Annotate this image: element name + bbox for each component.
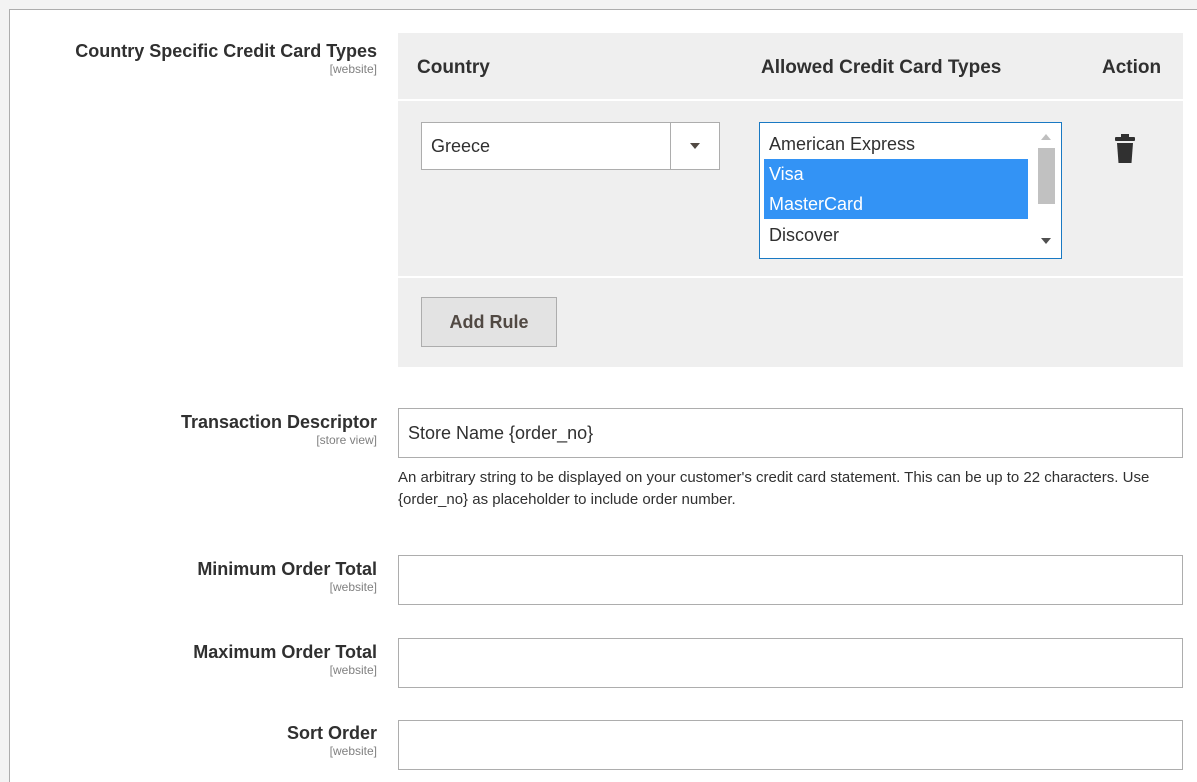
scroll-up-arrow-icon[interactable] (1041, 134, 1051, 140)
minimum-order-total-input[interactable] (398, 555, 1183, 605)
maximum-order-total-title: Maximum Order Total (193, 642, 377, 662)
sort-order-label: Sort Order [website] (287, 722, 377, 759)
column-header-country: Country (417, 57, 490, 78)
maximum-order-total-label: Maximum Order Total [website] (193, 641, 377, 678)
sort-order-scope: [website] (329, 744, 377, 758)
maximum-order-total-input[interactable] (398, 638, 1183, 688)
minimum-order-total-title: Minimum Order Total (197, 559, 377, 579)
country-select[interactable]: Greece (421, 122, 720, 170)
transaction-descriptor-note: An arbitrary string to be displayed on y… (398, 469, 1150, 508)
card-option-american-express[interactable]: American Express (764, 129, 1028, 159)
column-header-allowed-card-types: Allowed Credit Card Types (761, 57, 1002, 78)
maximum-order-total-scope: [website] (329, 663, 377, 677)
sort-order-input[interactable] (398, 720, 1183, 770)
trash-icon[interactable] (1112, 133, 1138, 165)
add-rule-button[interactable]: Add Rule (421, 297, 557, 347)
scrollbar-thumb[interactable] (1038, 148, 1055, 204)
card-option-discover[interactable]: Discover (764, 220, 1028, 250)
allowed-card-types-multiselect[interactable]: American Express Visa MasterCard Discove… (759, 122, 1062, 259)
transaction-descriptor-scope: [store view] (316, 433, 377, 447)
column-header-action: Action (1102, 57, 1162, 78)
transaction-descriptor-label: Transaction Descriptor [store view] (181, 411, 377, 448)
minimum-order-total-scope: [website] (329, 580, 377, 594)
header-separator (398, 99, 1183, 101)
country-cc-scope: [website] (329, 62, 377, 76)
country-select-value: Greece (431, 136, 491, 156)
country-cc-table: Country Allowed Credit Card Types Action… (398, 33, 1183, 367)
country-cc-label: Country Specific Credit Card Types [webs… (75, 40, 377, 77)
country-cc-title: Country Specific Credit Card Types (75, 41, 377, 61)
chevron-down-icon[interactable] (671, 123, 719, 169)
scroll-down-arrow-icon[interactable] (1041, 238, 1051, 244)
sort-order-title: Sort Order (286, 723, 377, 743)
card-option-mastercard[interactable]: MasterCard (764, 189, 1028, 219)
transaction-descriptor-input[interactable] (398, 408, 1183, 458)
transaction-descriptor-title: Transaction Descriptor (180, 412, 377, 432)
multiselect-scrollbar[interactable] (1034, 123, 1061, 258)
minimum-order-total-label: Minimum Order Total [website] (197, 558, 377, 595)
card-option-visa[interactable]: Visa (764, 159, 1028, 189)
config-panel: Country Specific Credit Card Types [webs… (9, 9, 1197, 782)
row-separator (398, 276, 1183, 278)
